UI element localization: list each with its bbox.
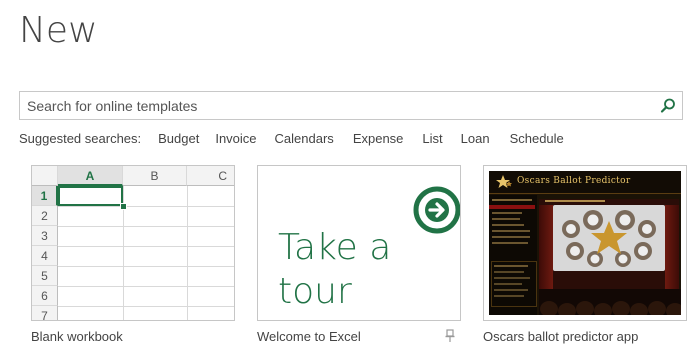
row-header-7: 7 (32, 306, 58, 320)
suggested-searches: Suggested searches: Budget Invoice Calendar… (19, 131, 564, 149)
row-header-4: 4 (32, 246, 58, 266)
search-icon[interactable] (658, 96, 678, 116)
tour-line-1: Take a (278, 227, 392, 268)
row-header-3: 3 (32, 226, 58, 246)
template-caption-oscars: Oscars ballot predictor app (483, 329, 639, 344)
suggested-search-invoice[interactable]: Invoice (215, 131, 256, 146)
suggested-search-expense[interactable]: Expense (353, 131, 404, 146)
row-header-2: 2 (32, 206, 58, 226)
theater-seats (539, 289, 681, 315)
star-logo-icon (495, 174, 513, 195)
fill-handle (120, 203, 127, 210)
suggested-search-schedule[interactable]: Schedule (510, 131, 564, 146)
tour-heading: Take a tour (278, 226, 391, 314)
tour-line-2: tour (278, 271, 352, 312)
oscars-banner: Oscars Ballot Predictor (489, 171, 681, 194)
template-oscars-ballot-predictor[interactable]: Oscars Ballot Predictor (483, 165, 687, 321)
suggested-search-list[interactable]: List (422, 131, 442, 146)
search-box (19, 91, 683, 120)
suggested-search-loan[interactable]: Loan (461, 131, 490, 146)
arrow-right-circle-icon (411, 183, 460, 242)
column-header-a: A (58, 166, 123, 186)
template-welcome-to-excel[interactable]: Take a tour (257, 165, 461, 321)
active-cell-a1 (58, 186, 123, 206)
page-title: New (19, 10, 98, 51)
pin-icon[interactable] (444, 329, 456, 348)
corner-header (32, 166, 58, 186)
oscars-banner-title: Oscars Ballot Predictor (517, 176, 631, 186)
oscars-preview: Oscars Ballot Predictor (489, 171, 681, 315)
search-input[interactable] (20, 92, 647, 119)
column-header-b: B (123, 166, 187, 186)
oscars-nominee-screen (553, 205, 665, 271)
suggested-search-calendars[interactable]: Calendars (275, 131, 334, 146)
oscars-sidebar (489, 195, 537, 315)
template-caption-welcome-to-excel: Welcome to Excel (257, 329, 361, 344)
column-header-c: C (187, 166, 234, 186)
suggested-searches-label: Suggested searches: (19, 131, 142, 146)
template-blank-workbook[interactable]: A B C 1 2 3 4 5 6 7 (31, 165, 235, 321)
template-caption-blank-workbook: Blank workbook (31, 329, 123, 344)
row-header-6: 6 (32, 286, 58, 306)
row-header-1: 1 (32, 186, 58, 206)
row-header-5: 5 (32, 266, 58, 286)
grid-lines (58, 186, 234, 320)
suggested-search-budget[interactable]: Budget (158, 131, 199, 146)
